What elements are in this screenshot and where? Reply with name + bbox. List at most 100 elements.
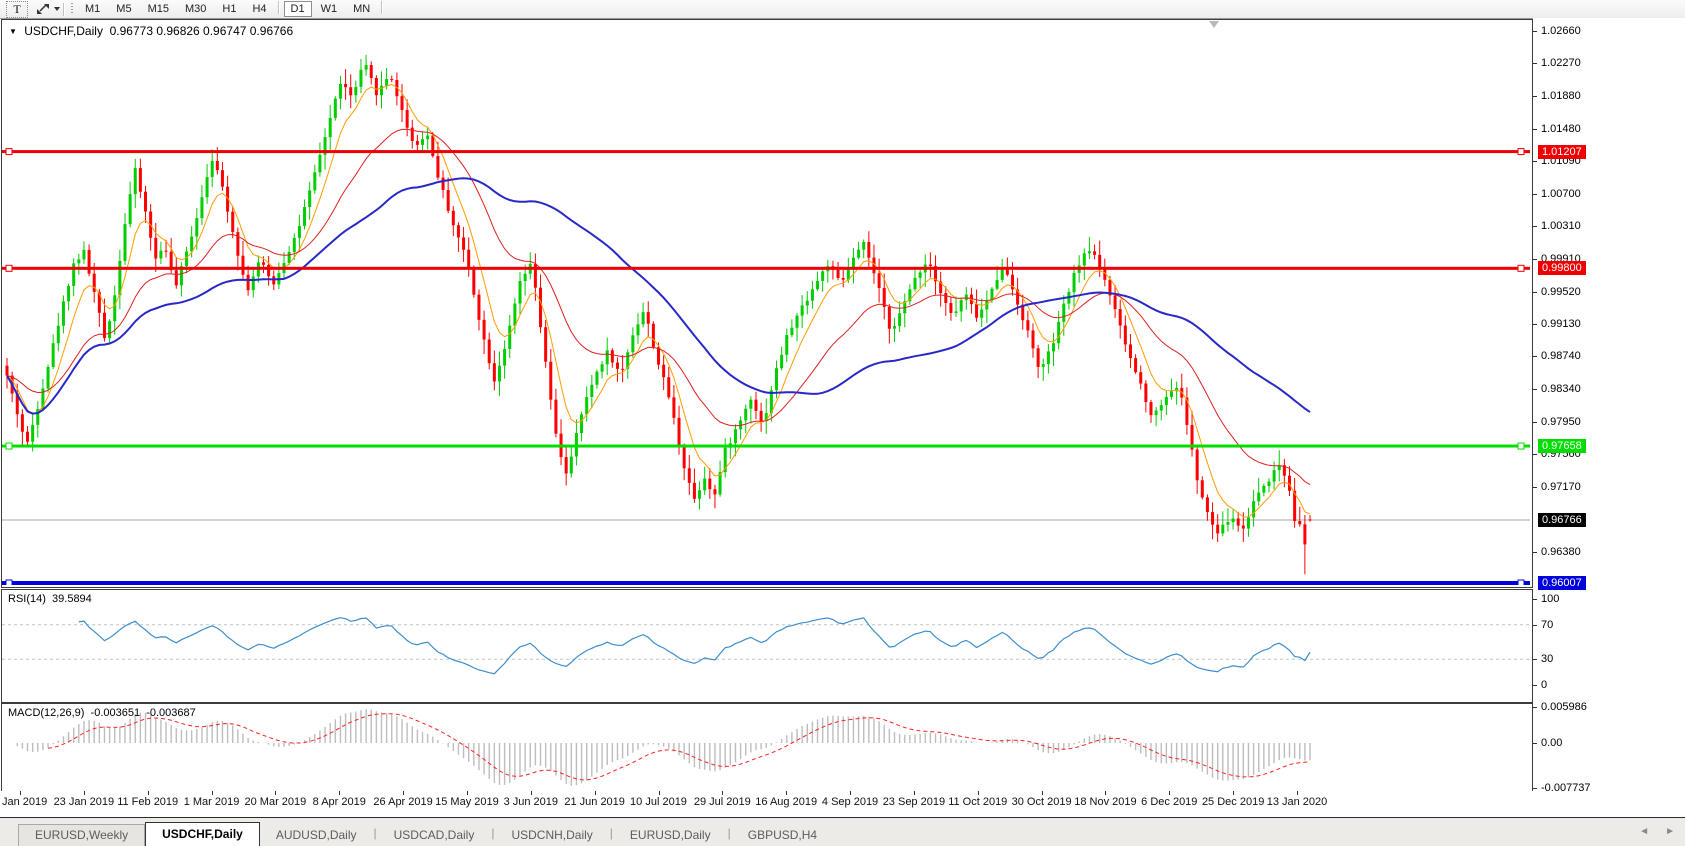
timeframe-button-m30[interactable]: M30 [178, 1, 213, 17]
axis-tick [1533, 324, 1537, 325]
support-line-blue[interactable] [2, 581, 1530, 585]
rsi-indicator-pane[interactable] [1, 589, 1533, 703]
support-line-green-anchor[interactable] [1518, 443, 1524, 449]
price-chart-pane[interactable] [1, 19, 1533, 588]
date-tick [1042, 791, 1043, 795]
chart-tab-gbpusd-h4[interactable]: GBPUSD,H4 [732, 825, 833, 846]
resistance-line-1[interactable] [2, 150, 1530, 153]
timeframe-button-h4[interactable]: H4 [245, 1, 273, 17]
rsi-line [79, 618, 1310, 674]
candle-body [698, 490, 701, 499]
scroll-tabs-left-icon[interactable]: ◄ [1639, 826, 1649, 837]
price-axis[interactable]: 1.026601.022701.018801.014801.010901.007… [1533, 18, 1685, 817]
text-tool-button[interactable]: T [6, 1, 28, 18]
timeframe-button-m1[interactable]: M1 [78, 1, 107, 17]
resistance-line-2[interactable] [2, 267, 1530, 270]
candle-body [590, 385, 593, 397]
chart-tab-usdchf-daily[interactable]: USDCHF,Daily [145, 822, 260, 846]
timeframe-button-w1[interactable]: W1 [314, 1, 345, 17]
chart-tab-audusd-daily[interactable]: AUDUSD,Daily [260, 825, 373, 846]
price-axis-label: 1.00310 [1541, 220, 1581, 232]
price-axis-label: 0.99520 [1541, 286, 1581, 298]
timeframe-button-m15[interactable]: M15 [141, 1, 176, 17]
date-axis-label: 13 Jan 2020 [1249, 796, 1345, 808]
candle-body [703, 479, 706, 491]
candle-body [88, 250, 91, 274]
candle-body [713, 489, 716, 494]
resistance-line-1-anchor[interactable] [1518, 149, 1524, 155]
timeframe-button-mn[interactable]: MN [346, 1, 377, 17]
arrow-objects-icon [36, 3, 50, 15]
macd-signal-value: -0.003687 [146, 707, 196, 719]
candle-body [216, 161, 219, 170]
scroll-tabs-right-icon[interactable]: ► [1665, 826, 1675, 837]
candle-body [308, 190, 311, 207]
candle-body [221, 170, 224, 187]
candle-body [1144, 384, 1147, 403]
chart-tab-eurusd-daily[interactable]: EURUSD,Daily [614, 825, 727, 846]
chart-tab-eurusd-weekly[interactable]: EURUSD,Weekly [18, 824, 145, 846]
date-tick [275, 791, 276, 795]
candle-body [878, 273, 881, 288]
candle-body [842, 278, 845, 280]
axis-tick [1533, 599, 1537, 600]
rsi-axis-label: 0 [1541, 679, 1547, 691]
candle-body [621, 369, 624, 370]
candle-body [154, 238, 157, 259]
candle-body [165, 251, 168, 252]
date-tick [339, 791, 340, 795]
candle-body [129, 194, 132, 224]
triangle-down-icon: ▼ [9, 27, 17, 36]
date-tick [1233, 791, 1234, 795]
chart-tab-usdcnh-daily[interactable]: USDCNH,Daily [495, 825, 608, 846]
candle-body [1273, 470, 1276, 481]
resistance-line-1-anchor[interactable] [6, 149, 12, 155]
candle-body [647, 312, 650, 324]
candle-body [1196, 450, 1199, 481]
candle-body [914, 278, 917, 289]
axis-tick [1533, 625, 1537, 626]
support-line-blue-anchor[interactable] [1518, 580, 1524, 585]
candle-body [975, 304, 978, 318]
candle-body [426, 135, 429, 139]
price-chart-canvas[interactable] [2, 20, 1530, 585]
date-tick [595, 791, 596, 795]
date-tick [20, 791, 21, 795]
candle-body [359, 70, 362, 87]
support-line-green-anchor[interactable] [6, 443, 12, 449]
candle-body [754, 400, 757, 411]
axis-tick [1533, 226, 1537, 227]
date-tick [212, 791, 213, 795]
timeframe-button-h1[interactable]: H1 [215, 1, 243, 17]
macd-axis-label: 0.00 [1541, 737, 1562, 749]
candle-body [1047, 351, 1050, 364]
candle-body [811, 289, 814, 300]
chart-tab-usdcad-daily[interactable]: USDCAD,Daily [378, 825, 491, 846]
candle-body [134, 168, 137, 194]
resistance-line-2-anchor[interactable] [1518, 265, 1524, 271]
candle-body [1211, 512, 1214, 525]
rsi-canvas[interactable] [2, 590, 1530, 700]
support-line-green[interactable] [2, 445, 1530, 448]
candle-body [462, 237, 465, 249]
timeframe-button-m5[interactable]: M5 [109, 1, 138, 17]
support-line-blue-anchor[interactable] [6, 580, 12, 585]
chart-shift-marker[interactable] [1209, 21, 1219, 28]
candle-body [544, 327, 547, 361]
candle-body [1139, 372, 1142, 383]
candle-body [185, 251, 188, 266]
macd-canvas[interactable] [2, 704, 1530, 790]
toolbar-grip[interactable] [70, 3, 73, 15]
arrow-objects-button[interactable] [36, 3, 60, 15]
candle-body [1267, 482, 1270, 486]
resistance-line-2-anchor[interactable] [6, 265, 12, 271]
timeframe-button-d1[interactable]: D1 [284, 1, 312, 17]
candle-body [693, 483, 696, 499]
candle-body [636, 324, 639, 335]
candle-body [329, 118, 332, 137]
macd-indicator-pane[interactable] [1, 703, 1533, 793]
candle-body [806, 301, 809, 306]
candle-body [416, 141, 419, 145]
time-axis[interactable]: 4 Jan 201923 Jan 201911 Feb 20191 Mar 20… [0, 791, 1685, 817]
candle-body [1114, 295, 1117, 309]
